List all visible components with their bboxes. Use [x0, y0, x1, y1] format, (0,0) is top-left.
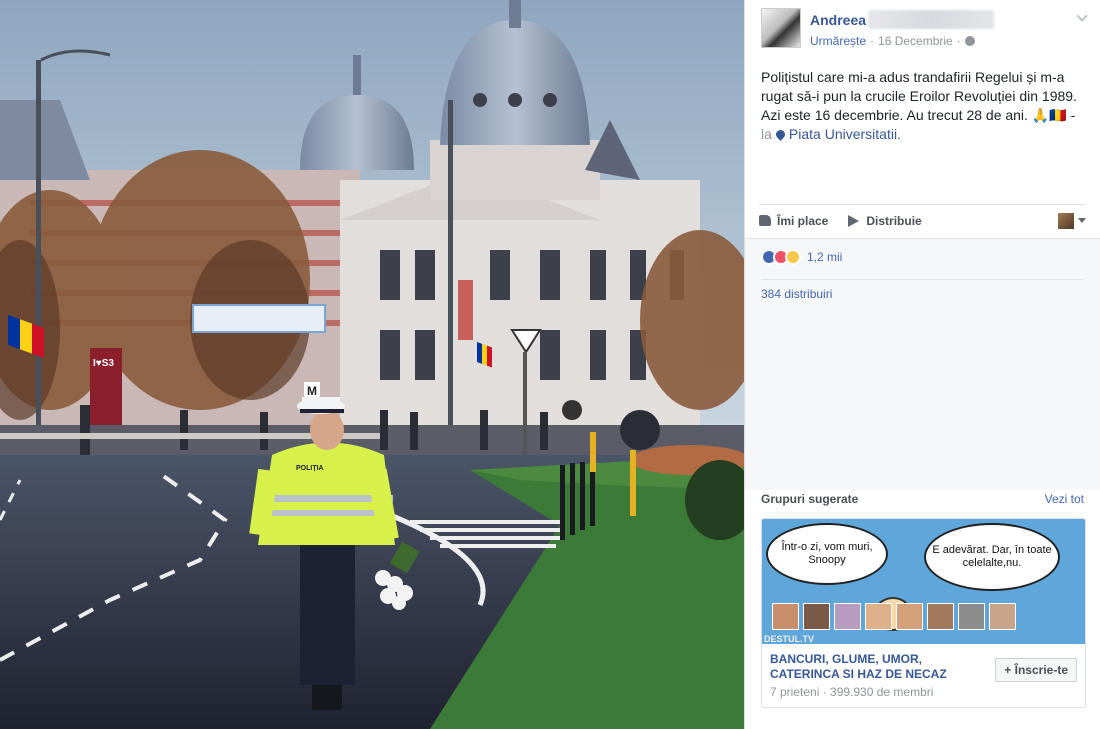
member-avatar	[896, 603, 923, 630]
caret-down-icon	[1078, 218, 1086, 223]
post-text: Polițistul care mi-a adus trandafirii Re…	[761, 68, 1091, 144]
post-text-line: rugat să-i pun la crucile Eroilor Revolu…	[761, 88, 1077, 104]
post-location: la Piata Universitatii.	[761, 125, 1091, 144]
image-watermark: DESTUL.TV	[764, 634, 815, 644]
author-row: Andreea	[810, 10, 995, 29]
post-photo[interactable]: I♥S3 M POLIȚIA	[0, 0, 744, 729]
suggested-groups-title: Grupuri sugerate	[761, 492, 859, 506]
share-button[interactable]: Distribuie	[848, 213, 922, 228]
group-cover-image[interactable]: Într-o zi, vom muri, Snoopy E adevărat. …	[762, 519, 1085, 644]
member-avatar	[958, 603, 985, 630]
post-sidebar: Andreea Urmărește · 16 Decembrie · Poliț…	[744, 0, 1100, 729]
post-date[interactable]: 16 Decembrie	[878, 34, 953, 48]
group-card-body: BANCURI, GLUME, UMOR, CATERINCA SI HAZ D…	[762, 644, 1085, 707]
post-meta: Urmărește · 16 Decembrie ·	[810, 34, 994, 48]
member-avatar	[865, 603, 892, 630]
group-meta: 7 prieteni · 399.930 de membri	[770, 685, 934, 699]
meta-separator-2: ·	[956, 34, 961, 48]
chevron-down-icon[interactable]	[1076, 10, 1088, 22]
meta-separator: ·	[870, 34, 875, 48]
post-text-line: Azi este 16 decembrie. Au trecut 28 de a…	[761, 107, 1076, 123]
share-label: Distribuie	[866, 213, 922, 228]
like-label: Îmi place	[777, 213, 829, 228]
map-pin-icon	[774, 128, 787, 141]
share-arrow-icon	[848, 214, 860, 227]
member-avatar	[772, 603, 799, 630]
reactions-count: 1,2 mii	[807, 250, 843, 264]
author-info: Andreea Urmărește · 16 Decembrie ·	[810, 8, 995, 48]
engagement-area: 1,2 mii 384 distribuiri	[745, 238, 1100, 490]
blurred-surname	[868, 10, 995, 29]
post-actions: Îmi place Distribuie	[759, 204, 1086, 236]
speech-bubble-right: E adevărat. Dar, în toate celelalte,nu.	[924, 523, 1060, 591]
follow-button[interactable]: Urmărește	[810, 34, 866, 48]
advert-text: I♥S3	[93, 358, 114, 369]
member-avatar	[927, 603, 954, 630]
shares-count[interactable]: 384 distribuiri	[761, 287, 832, 301]
post-text-line: Polițistul care mi-a adus trandafirii Re…	[761, 69, 1065, 85]
reactions-summary[interactable]: 1,2 mii	[761, 249, 842, 265]
sad-reaction-icon	[785, 249, 801, 265]
member-avatar	[989, 603, 1016, 630]
see-all-link[interactable]: Vezi tot	[1045, 492, 1084, 506]
facebook-photo-viewer: I♥S3 M POLIȚIA Andreea Urmărește · 16 De…	[0, 0, 1100, 729]
member-faces	[772, 603, 1016, 630]
metro-sign: M	[307, 384, 317, 398]
author-avatar[interactable]	[761, 8, 801, 48]
group-name[interactable]: BANCURI, GLUME, UMOR, CATERINCA SI HAZ D…	[770, 652, 990, 682]
location-prefix: la	[761, 126, 772, 142]
member-avatar	[803, 603, 830, 630]
speech-bubble-left: Într-o zi, vom muri, Snoopy	[766, 523, 888, 585]
police-badge: POLIȚIA	[296, 465, 324, 472]
globe-icon[interactable]	[964, 36, 975, 46]
suggested-group-card[interactable]: Într-o zi, vom muri, Snoopy E adevărat. …	[761, 518, 1086, 708]
thumbs-up-icon	[759, 215, 771, 226]
like-button[interactable]: Îmi place	[759, 214, 828, 228]
user-mini-avatar	[1058, 212, 1074, 229]
member-avatar	[834, 603, 861, 630]
photo-scene: I♥S3 M POLIȚIA	[0, 0, 744, 729]
location-link[interactable]: Piata Universitatii.	[789, 126, 901, 142]
join-group-button[interactable]: + Înscrie-te	[995, 658, 1077, 682]
divider	[761, 279, 1084, 280]
reaction-as-selector[interactable]	[1058, 212, 1086, 229]
author-name[interactable]: Andreea	[810, 12, 866, 28]
post-header: Andreea Urmărește · 16 Decembrie ·	[761, 8, 995, 48]
